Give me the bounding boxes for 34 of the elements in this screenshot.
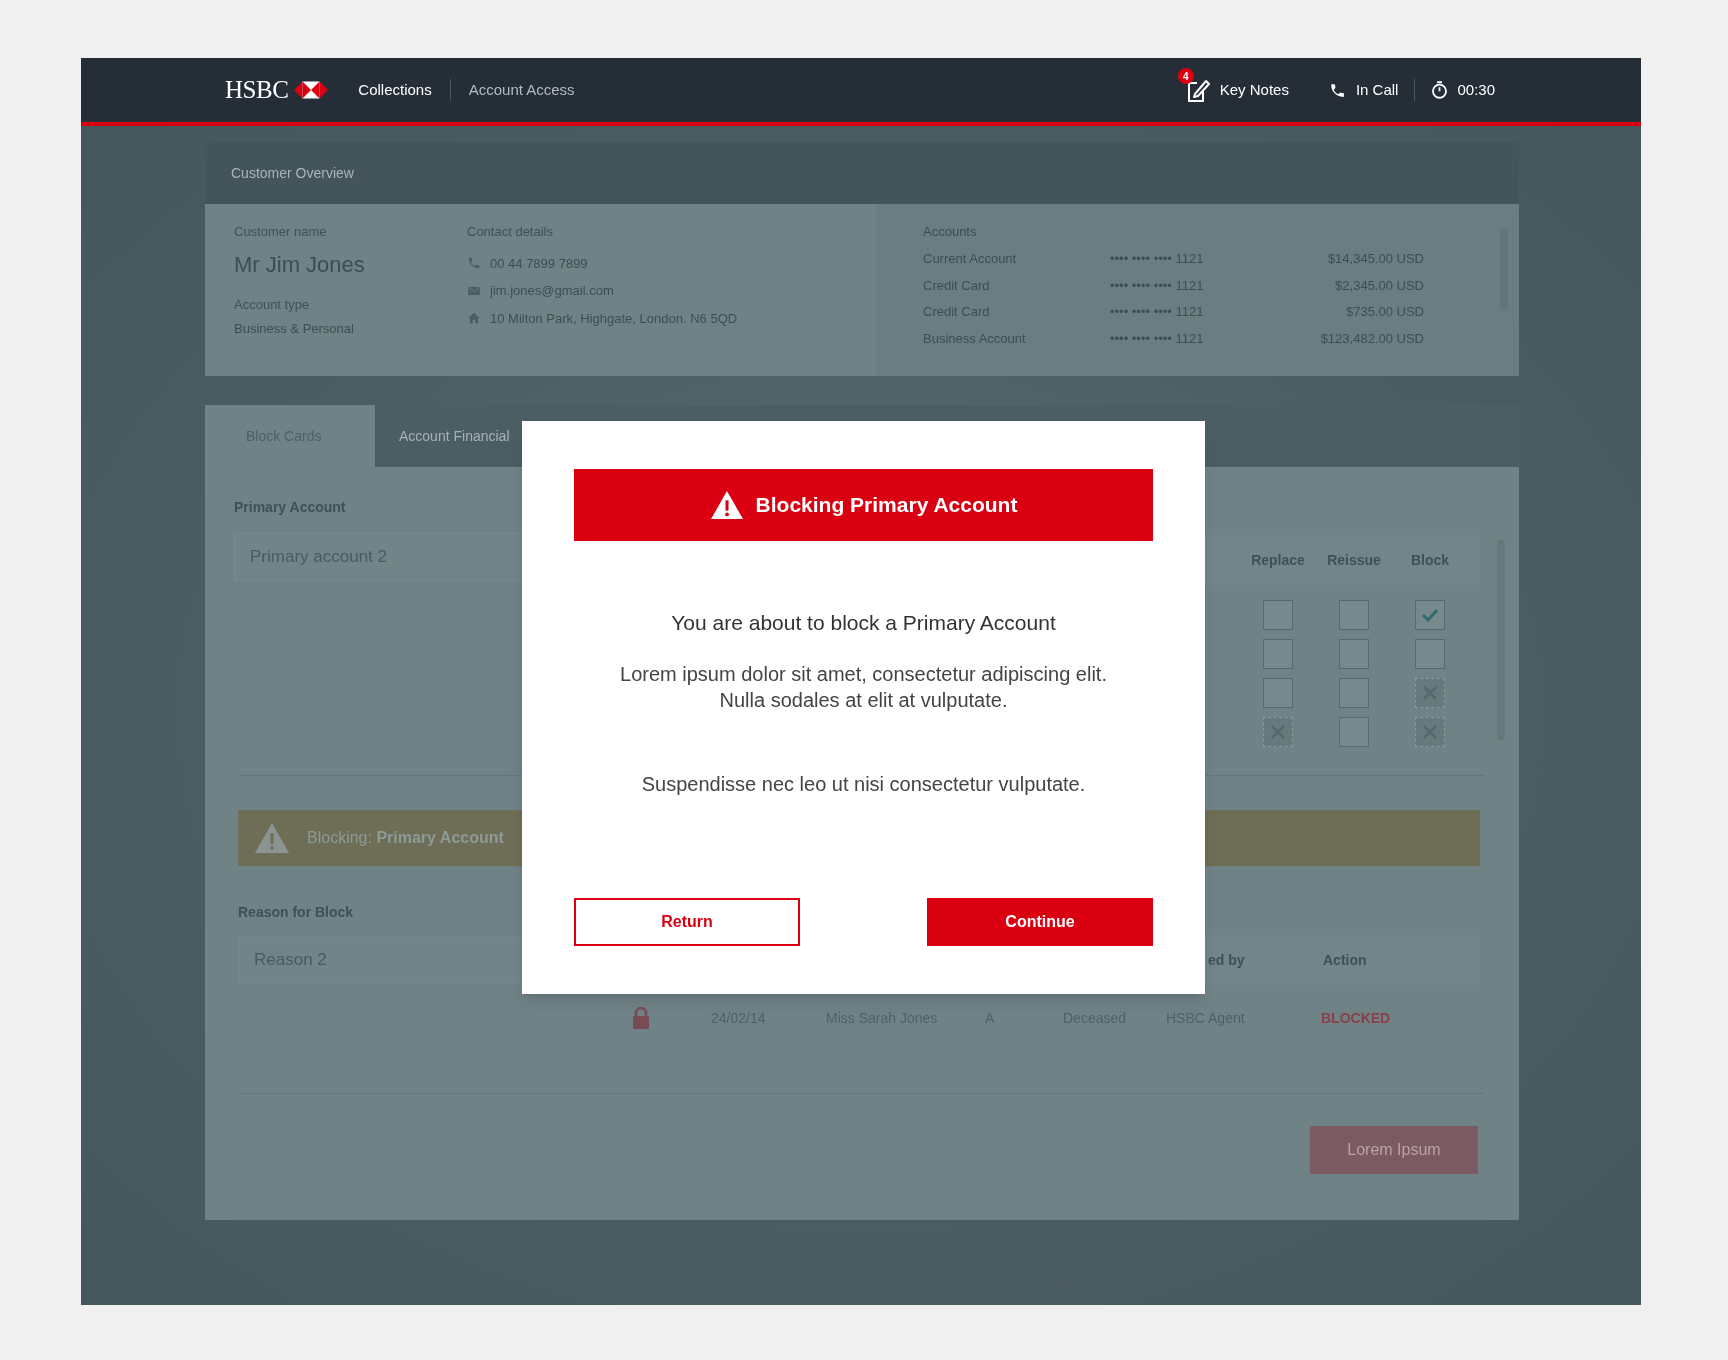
status-text: BLOCKED: [1321, 1008, 1391, 1028]
nav-link[interactable]: Account Access: [468, 78, 575, 102]
continue-button[interactable]: Continue: [927, 898, 1153, 946]
notification-badge: 4: [1177, 68, 1194, 84]
house-icon: [467, 311, 481, 326]
phone-icon: [1328, 81, 1346, 99]
checkbox[interactable]: [1339, 677, 1369, 708]
hexagon-logo-icon: [294, 81, 329, 99]
warning-icon: [709, 490, 744, 520]
panel-title: Customer Overview: [231, 163, 354, 183]
logo-text: HSBC: [225, 75, 289, 106]
checkmark-icon: [1421, 607, 1439, 622]
key-notes-link[interactable]: Key Notes: [1219, 78, 1289, 102]
padlock-icon: [632, 1007, 650, 1029]
dialog-heading: You are about to block a Primary Account: [671, 610, 1056, 636]
return-button[interactable]: Return: [574, 898, 800, 946]
checkbox[interactable]: [1415, 599, 1445, 630]
warning-icon: [254, 822, 290, 854]
call-status: In Call: [1355, 79, 1399, 100]
call-timer: 00:30: [1457, 79, 1495, 100]
checkbox[interactable]: [1263, 638, 1293, 669]
phone-icon: [467, 256, 481, 271]
warning-text: Blocking: Primary Account: [307, 828, 504, 848]
dialog-message: Suspendisse nec leo ut nisi consectetur vulputate.: [641, 771, 1086, 797]
checkbox[interactable]: [1415, 638, 1445, 669]
checkbox[interactable]: [1339, 716, 1369, 747]
checkbox[interactable]: [1263, 599, 1293, 630]
checkbox[interactable]: [1263, 677, 1293, 708]
nav-link[interactable]: Collections: [358, 78, 432, 102]
dialog-message: Lorem ipsum dolor sit amet, consectetur adipiscing elit. Nulla sodales at elit at vulputate.: [620, 661, 1107, 713]
checkbox[interactable]: [1339, 599, 1369, 630]
alert-title: Blocking Primary Account: [755, 492, 1018, 519]
stopwatch-icon: [1431, 81, 1449, 99]
checkbox[interactable]: [1339, 638, 1369, 669]
